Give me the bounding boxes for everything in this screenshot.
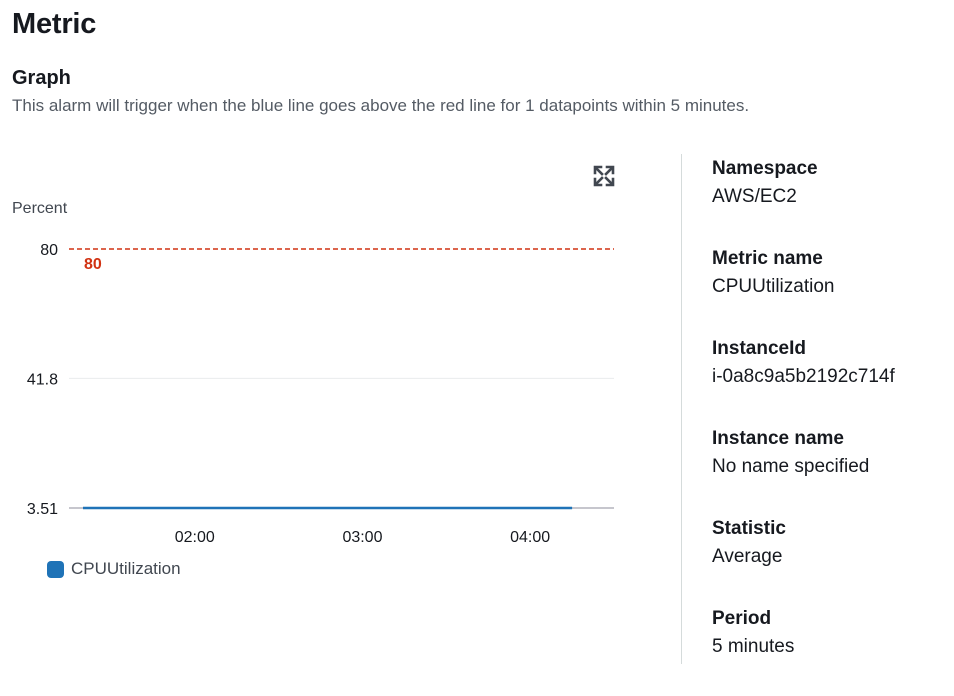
detail-key: Namespace (712, 158, 818, 179)
threshold-label: 80 (84, 256, 102, 273)
vertical-divider (681, 154, 682, 664)
detail-statistic: Statistic Average (712, 516, 895, 606)
metric-details: Namespace AWS/EC2 Metric name CPUUtiliza… (712, 156, 895, 696)
detail-key: Instance name (712, 428, 844, 449)
x-tick-label: 04:00 (510, 529, 550, 546)
x-tick-label: 03:00 (342, 529, 382, 546)
detail-value: No name specified (712, 456, 870, 477)
graph-description: This alarm will trigger when the blue li… (12, 96, 750, 115)
legend-swatch (47, 560, 64, 578)
detail-instance-id: InstanceId i-0a8c9a5b2192c714f (712, 336, 895, 426)
detail-value: CPUUtilization (712, 276, 835, 297)
detail-value: Average (712, 546, 783, 567)
detail-period: Period 5 minutes (712, 606, 895, 696)
expand-graph-button[interactable] (590, 162, 618, 190)
y-axis-unit-label: Percent (12, 200, 68, 217)
detail-key: Metric name (712, 248, 823, 269)
y-tick-label: 80 (40, 242, 58, 259)
chart-svg: 80 41.8 3.51 02:00 03:00 04:00 80 (27, 242, 614, 546)
legend-label: CPUUtilization (71, 559, 181, 578)
y-tick-label: 3.51 (27, 501, 58, 518)
detail-key: Period (712, 608, 772, 629)
metric-graph: 80 41.8 3.51 02:00 03:00 04:00 80 (0, 150, 640, 600)
page-title: Metric (12, 8, 97, 40)
detail-metric-name: Metric name CPUUtilization (712, 246, 895, 336)
detail-instance-name: Instance name No name specified (712, 426, 895, 516)
detail-value: AWS/EC2 (712, 186, 797, 207)
expand-icon (593, 165, 615, 187)
detail-key: InstanceId (712, 338, 806, 359)
detail-namespace: Namespace AWS/EC2 (712, 156, 895, 246)
detail-value: 5 minutes (712, 636, 795, 657)
detail-key: Statistic (712, 518, 786, 539)
x-tick-label: 02:00 (175, 529, 215, 546)
graph-section-title: Graph (12, 67, 71, 89)
detail-value: i-0a8c9a5b2192c714f (712, 366, 895, 387)
legend-item-cpuutilization[interactable]: CPUUtilization (47, 559, 181, 579)
y-tick-label: 41.8 (27, 371, 58, 388)
